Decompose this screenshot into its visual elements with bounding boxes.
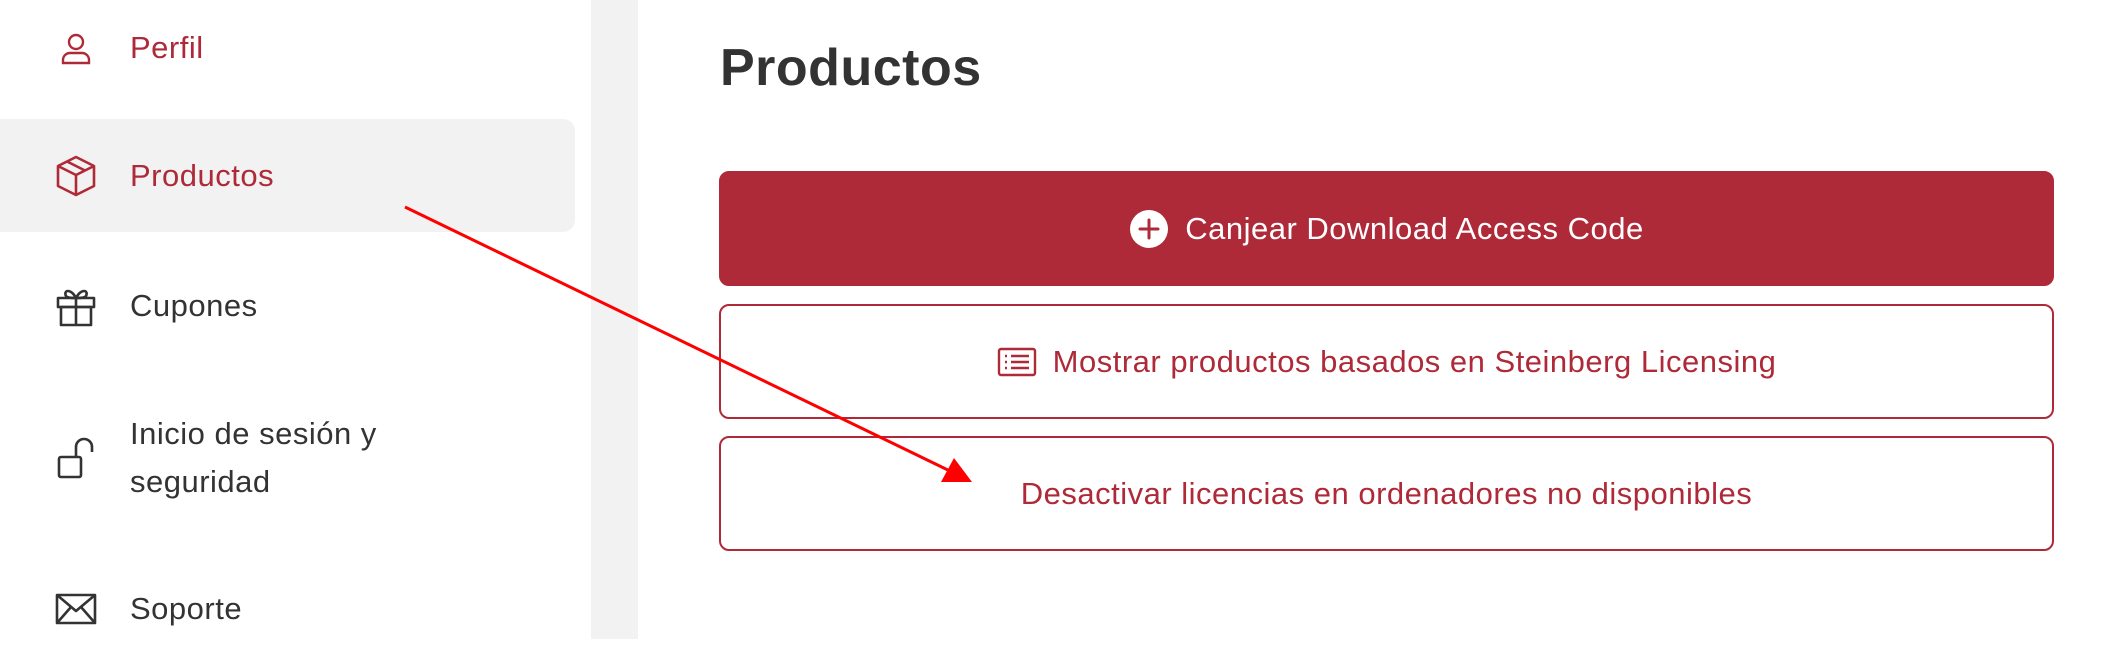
plus-circle-icon (1129, 209, 1169, 249)
unlocked-padlock-icon (54, 436, 98, 480)
envelope-icon (54, 587, 98, 631)
button-label: Mostrar productos basados en Steinberg L… (1052, 343, 1777, 379)
sidebar-divider (591, 0, 638, 639)
show-steinberg-licensing-products-button[interactable]: Mostrar productos basados en Steinberg L… (719, 304, 2054, 419)
sidebar-item-inicio-de-sesion-y-seguridad[interactable]: Inicio de sesión y seguridad (0, 403, 575, 513)
sidebar-item-label-line-2: seguridad (130, 464, 271, 499)
page-title: Productos (720, 39, 982, 97)
package-icon (54, 154, 98, 198)
sidebar-item-soporte[interactable]: Soporte (0, 571, 575, 647)
list-icon (997, 347, 1037, 377)
button-label: Desactivar licencias en ordenadores no d… (1020, 475, 1753, 511)
button-label: Canjear Download Access Code (1185, 210, 1644, 246)
deactivate-licenses-unavailable-computers-button[interactable]: Desactivar licencias en ordenadores no d… (719, 436, 2054, 551)
sidebar-item-label: Perfil (130, 30, 204, 65)
person-icon (54, 26, 98, 70)
sidebar-item-cupones[interactable]: Cupones (0, 268, 575, 344)
redeem-download-access-code-button[interactable]: Canjear Download Access Code (719, 171, 2054, 286)
sidebar-item-perfil[interactable]: Perfil (0, 10, 575, 86)
sidebar-item-productos[interactable]: Productos (0, 119, 575, 232)
sidebar-item-label: Soporte (130, 591, 243, 626)
sidebar-item-label: Productos (130, 157, 275, 193)
sidebar: Perfil Productos Cupones Inicio de sesió… (0, 0, 591, 639)
sidebar-item-label: Cupones (130, 288, 258, 323)
gift-icon (54, 284, 98, 328)
sidebar-item-label-line-1: Inicio de sesión y (130, 416, 377, 451)
